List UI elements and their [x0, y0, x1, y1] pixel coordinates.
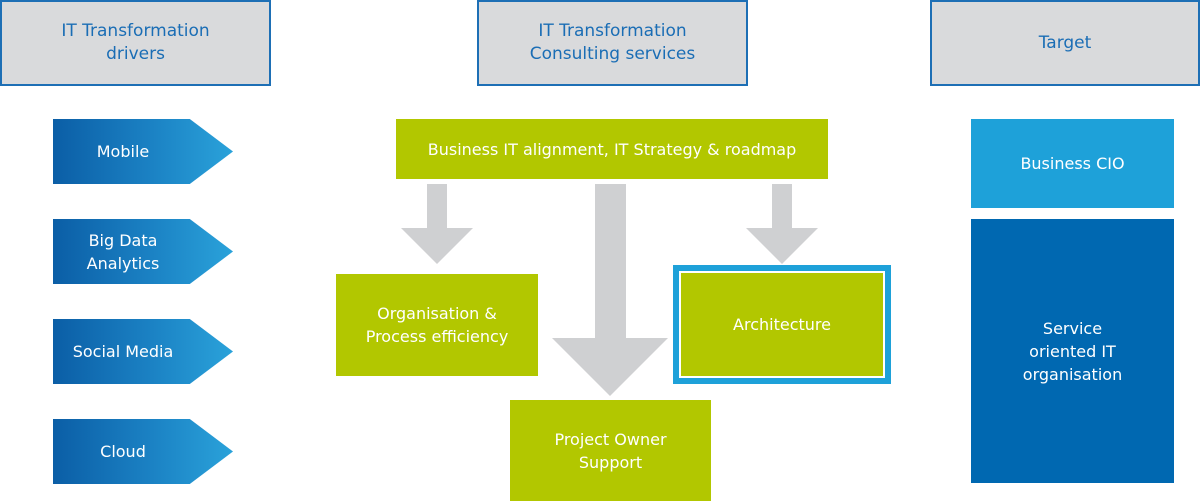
service-architecture-label: Architecture [733, 315, 831, 334]
arrow-to-project-owner [552, 184, 668, 396]
arrow-to-organisation [401, 184, 473, 264]
service-strategy: Business IT alignment, IT Strategy & roa… [396, 119, 828, 179]
service-organisation: Organisation & Process efficiency [336, 274, 538, 376]
target-business-cio: Business CIO [971, 119, 1174, 208]
service-organisation-label: Organisation & Process efficiency [365, 304, 509, 346]
target-business-cio-label: Business CIO [1020, 154, 1125, 173]
service-architecture: Architecture [679, 271, 885, 378]
service-project-owner: Project Owner Support [510, 400, 711, 501]
target-service-oriented: Service oriented IT organisation [971, 219, 1174, 483]
service-strategy-label: Business IT alignment, IT Strategy & roa… [427, 139, 797, 159]
architecture-highlight-frame: Architecture [673, 265, 891, 384]
service-project-owner-label: Project Owner Support [554, 429, 667, 472]
target-service-oriented-label: Service oriented IT organisation [1022, 318, 1123, 384]
arrow-to-architecture [746, 184, 818, 264]
